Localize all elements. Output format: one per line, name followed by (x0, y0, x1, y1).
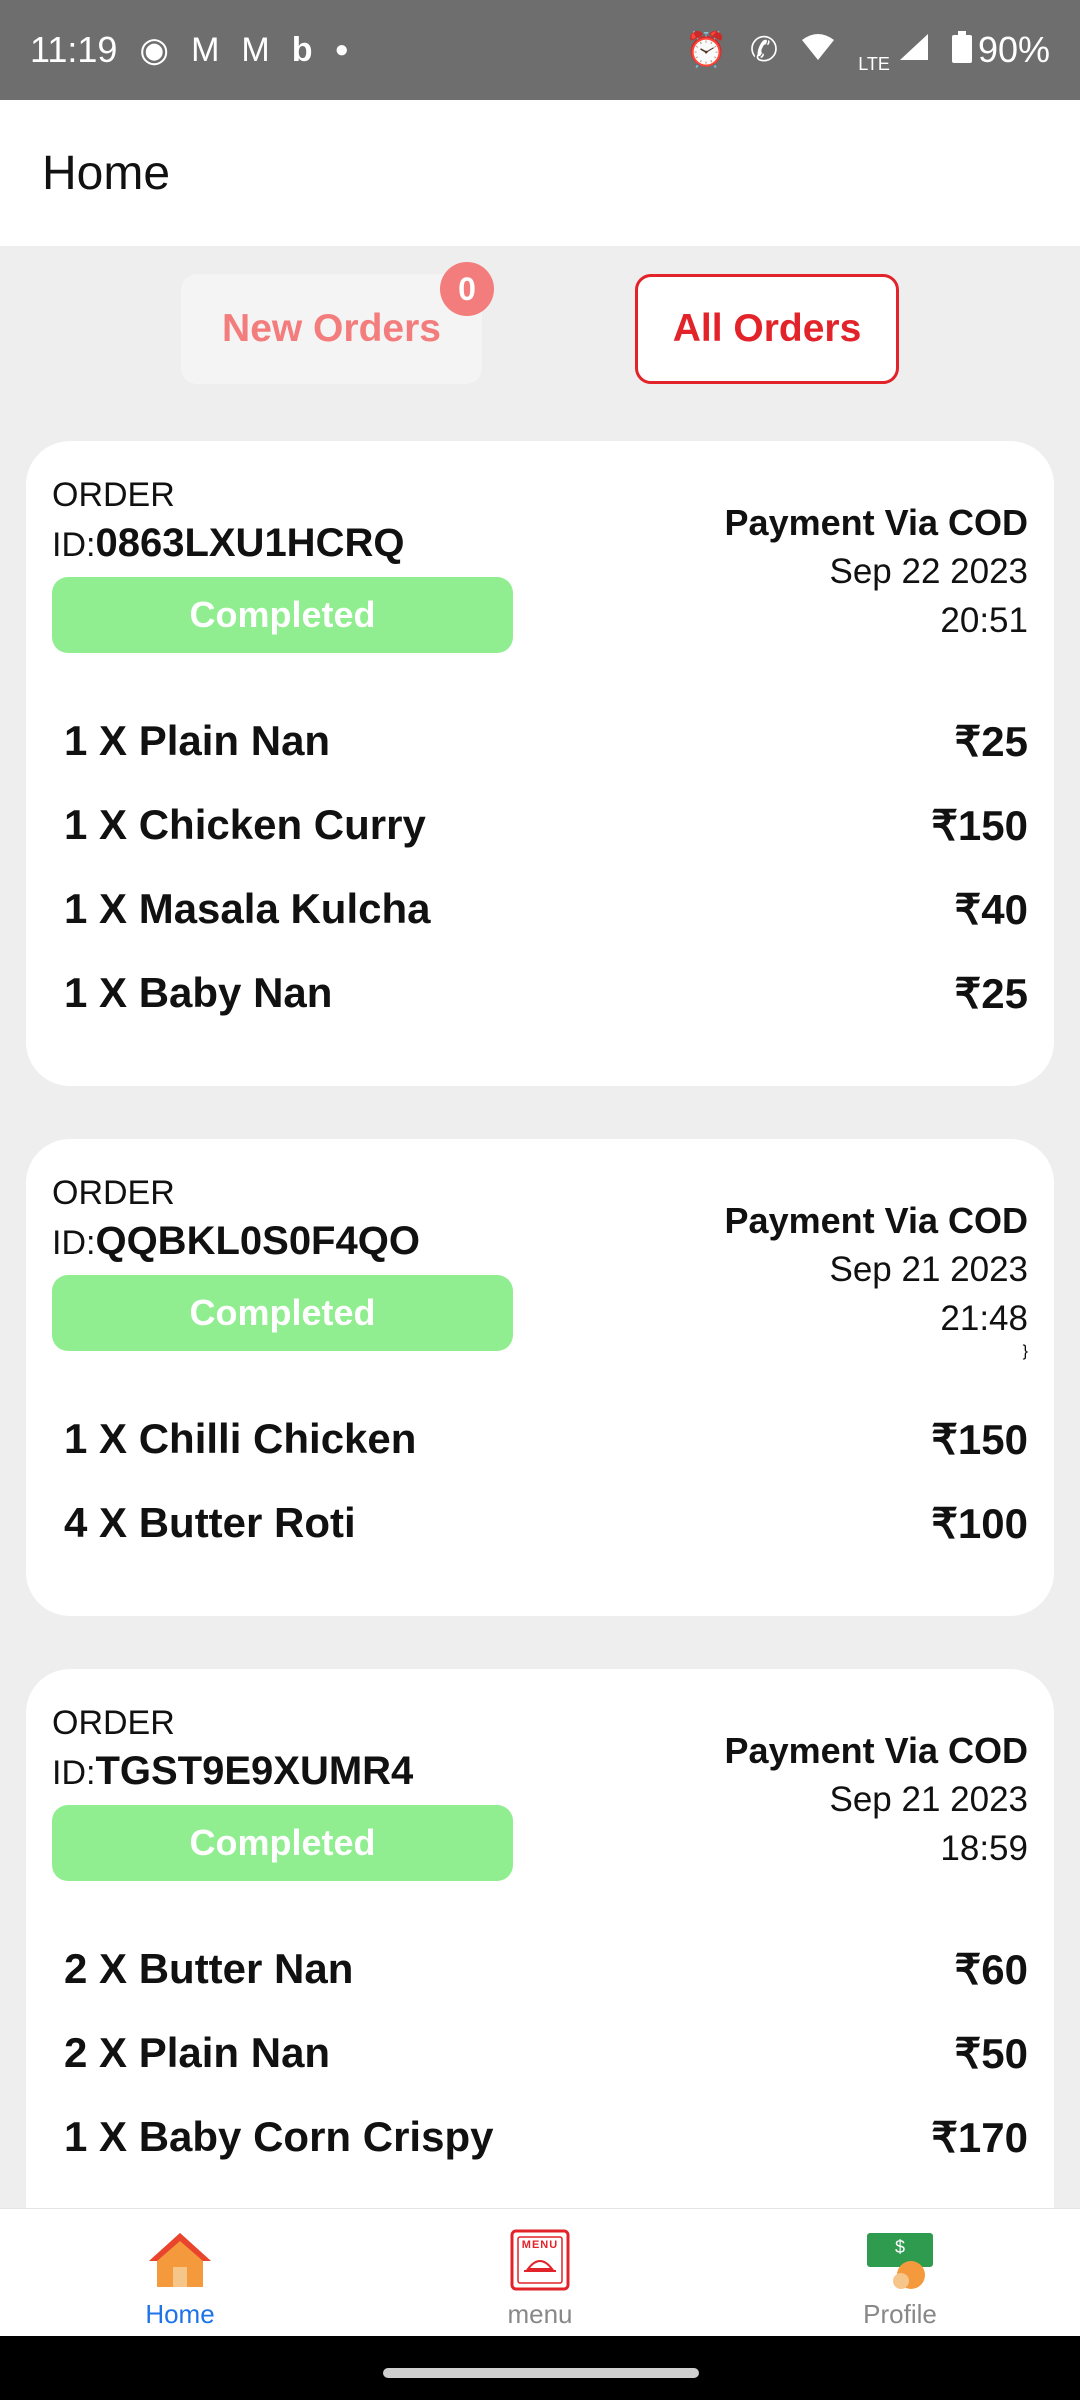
item-name: 1 X Baby Nan (64, 969, 333, 1016)
battery-icon (951, 31, 972, 69)
item-name: 1 X Chicken Curry (64, 801, 426, 848)
tab-new-orders-label: New Orders (222, 307, 441, 350)
order-id-value: 0863LXU1HCRQ (95, 521, 405, 565)
list-item: 1 X Chicken Curry ₹150 (64, 783, 1028, 867)
bottom-nav: Home MENU menu $ Profile (0, 2208, 1080, 2337)
order-time: 18:59 (940, 1829, 1028, 1868)
home-icon (145, 2229, 215, 2291)
item-name: 2 X Plain Nan (64, 2029, 331, 2076)
status-badge: Completed (52, 577, 513, 653)
list-item: 2 X Butter Nan ₹60 (64, 1927, 1028, 2011)
status-time: 11:19 (30, 29, 118, 70)
gmail-icon: M (241, 31, 270, 69)
order-card[interactable]: ORDER ID:QQBKL0S0F4QO Completed Payment … (26, 1139, 1054, 1616)
item-name: 1 X Masala Kulcha (64, 885, 431, 932)
item-price: ₹100 (931, 1499, 1028, 1547)
gesture-handle[interactable] (383, 2368, 699, 2378)
item-price: ₹170 (931, 2113, 1028, 2161)
order-id-prefix: ID: (52, 1224, 96, 1262)
item-name: 2 X Butter Nan (64, 1945, 354, 1992)
nav-menu-label: menu (507, 2299, 573, 2329)
order-card[interactable]: ORDER ID:0863LXU1HCRQ Completed Payment … (26, 441, 1054, 1086)
status-badge: Completed (52, 1805, 513, 1881)
nav-menu[interactable]: MENU menu (440, 2229, 640, 2330)
order-items: 1 X Chilli Chicken ₹150 4 X Butter Roti ₹1… (64, 1397, 1028, 1565)
location-icon: ◉ (139, 31, 170, 69)
app-bar: Home (0, 100, 1080, 246)
order-meta: Payment Via COD Sep 22 2023 20:51 (725, 499, 1028, 645)
order-time: 20:51 (940, 601, 1028, 640)
item-price: ₹150 (931, 801, 1028, 849)
money-symbol: $ (894, 2237, 905, 2257)
list-item: 2 X Plain Nan ₹50 (64, 2011, 1028, 2095)
order-items: 1 X Plain Nan ₹25 1 X Chicken Curry ₹150 1… (64, 699, 1028, 1035)
item-price: ₹25 (954, 969, 1028, 1017)
alarm-icon: ⏰ (685, 31, 728, 69)
wifi-icon (800, 32, 836, 68)
signal-icon (898, 32, 930, 68)
dot-icon: ● (334, 36, 350, 63)
nav-home[interactable]: Home (80, 2229, 280, 2330)
profile-money-icon: $ (865, 2229, 935, 2291)
menu-card-icon: MENU (505, 2229, 575, 2291)
order-id-prefix: ID: (52, 526, 96, 564)
list-item: 1 X Plain Nan ₹25 (64, 699, 1028, 783)
payment-method: Payment Via COD (724, 1730, 1028, 1771)
nav-profile-label: Profile (863, 2299, 937, 2329)
order-time: 21:48 (940, 1299, 1028, 1338)
list-item: 1 X Baby Nan ₹25 (64, 951, 1028, 1035)
gmail-icon: M (191, 31, 220, 69)
payment-method: Payment Via COD (724, 502, 1028, 543)
page-title: Home (42, 146, 171, 200)
order-date: Sep 21 2023 (829, 1250, 1028, 1289)
order-id-prefix: ID: (52, 1754, 96, 1792)
tab-all-orders[interactable]: All Orders (635, 274, 899, 384)
item-price: ₹40 (954, 885, 1028, 933)
new-orders-badge: 0 (440, 262, 494, 316)
order-id-value: TGST9E9XUMR4 (95, 1749, 414, 1793)
status-badge: Completed (52, 1275, 513, 1351)
order-meta: Payment Via COD Sep 21 2023 21:48 } (725, 1197, 1028, 1361)
list-item: 1 X Chilli Chicken ₹150 (64, 1397, 1028, 1481)
payment-method: Payment Via COD (724, 1200, 1028, 1241)
order-id-value: QQBKL0S0F4QO (95, 1219, 420, 1263)
tab-new-orders[interactable]: New Orders (181, 274, 482, 384)
nav-home-label: Home (145, 2299, 215, 2329)
nav-profile[interactable]: $ Profile (800, 2229, 1000, 2330)
order-tabs: New Orders All Orders (0, 272, 1080, 390)
item-name: 4 X Butter Roti (64, 1499, 356, 1546)
item-name: 1 X Plain Nan (64, 717, 331, 764)
item-price: ₹50 (954, 2029, 1028, 2077)
bing-icon: b (291, 31, 313, 69)
order-date: Sep 21 2023 (829, 1780, 1028, 1819)
list-item: 1 X Baby Corn Crispy ₹170 (64, 2095, 1028, 2179)
menu-card-text: MENU (521, 2239, 559, 2251)
item-name: 1 X Baby Corn Crispy (64, 2113, 494, 2160)
order-meta: Payment Via COD Sep 21 2023 18:59 (725, 1727, 1028, 1873)
order-date: Sep 22 2023 (829, 552, 1028, 591)
item-price: ₹25 (954, 717, 1028, 765)
item-name: 1 X Chilli Chicken (64, 1415, 417, 1462)
list-item: 4 X Butter Roti ₹100 (64, 1481, 1028, 1565)
wifi-call-icon: ✆ (749, 31, 779, 69)
item-price: ₹150 (931, 1415, 1028, 1463)
list-item: 1 X Masala Kulcha ₹40 (64, 867, 1028, 951)
tab-all-orders-label: All Orders (672, 307, 862, 350)
status-bar: 11:19 ◉ M M b ● ⏰ ✆ LTE 90% (0, 0, 1080, 100)
order-items: 2 X Butter Nan ₹60 2 X Plain Nan ₹50 1 X B… (64, 1927, 1028, 2179)
battery-percent: 90% (977, 29, 1050, 70)
item-price: ₹60 (954, 1945, 1028, 1993)
network-label: LTE (858, 53, 890, 74)
